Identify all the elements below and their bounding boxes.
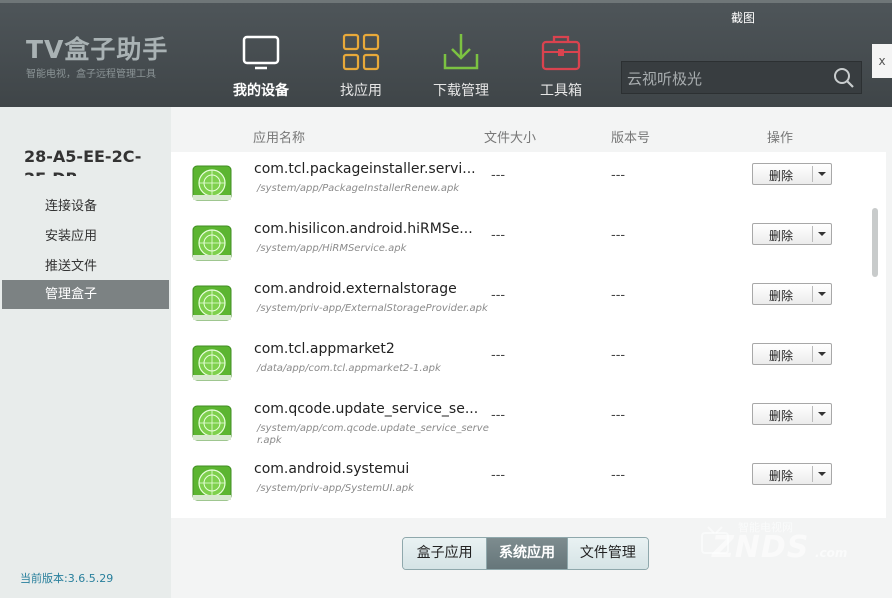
sidebar-item-push-file[interactable]: 推送文件 bbox=[2, 252, 169, 281]
nav-label: 下载管理 bbox=[433, 83, 489, 99]
file-size: --- bbox=[491, 168, 506, 183]
version-number: --- bbox=[611, 228, 626, 243]
app-path: /system/app/PackageInstallerRenew.apk bbox=[257, 183, 460, 194]
delete-label: 删除 bbox=[769, 469, 794, 483]
version-number: --- bbox=[611, 168, 626, 183]
table-row[interactable]: com.android.systemui /system/priv-app/Sy… bbox=[171, 453, 871, 513]
button-divider bbox=[812, 346, 813, 362]
device-id: 28-A5-EE-2C-2F-DB bbox=[24, 147, 142, 176]
category-tabs: 盒子应用 系统应用 文件管理 bbox=[402, 537, 649, 570]
delete-label: 删除 bbox=[769, 409, 794, 423]
tab-box-apps[interactable]: 盒子应用 bbox=[403, 538, 487, 569]
column-header-version: 版本号 bbox=[611, 131, 651, 146]
nav-label: 我的设备 bbox=[233, 83, 289, 99]
nav-my-devices[interactable]: 我的设备 bbox=[216, 30, 306, 100]
app-name: com.android.systemui bbox=[254, 461, 410, 477]
button-divider bbox=[812, 406, 813, 422]
app-name: com.tcl.appmarket2 bbox=[254, 341, 395, 357]
watermark-logo: ZNDS bbox=[712, 530, 810, 565]
nav-label: 找应用 bbox=[340, 83, 382, 99]
button-divider bbox=[812, 466, 813, 482]
column-header-name: 应用名称 bbox=[253, 131, 306, 146]
version-number: --- bbox=[611, 288, 626, 303]
file-size: --- bbox=[491, 348, 506, 363]
button-divider bbox=[812, 286, 813, 302]
chevron-down-icon[interactable] bbox=[815, 287, 829, 301]
android-app-icon bbox=[192, 165, 232, 201]
table-row[interactable]: com.tcl.appmarket2 /data/app/com.tcl.app… bbox=[171, 333, 871, 393]
nav-label: 工具箱 bbox=[540, 83, 582, 99]
column-header-action: 操作 bbox=[767, 131, 794, 146]
sidebar-item-manage-box[interactable]: 管理盒子 bbox=[2, 280, 169, 309]
nav-download-manager[interactable]: 下载管理 bbox=[416, 30, 506, 100]
android-app-icon bbox=[192, 345, 232, 381]
file-size: --- bbox=[491, 408, 506, 423]
delete-button[interactable]: 删除 bbox=[752, 283, 832, 305]
delete-label: 删除 bbox=[769, 229, 794, 243]
scrollbar-thumb[interactable] bbox=[872, 208, 878, 277]
delete-label: 删除 bbox=[769, 289, 794, 303]
delete-button[interactable]: 删除 bbox=[752, 403, 832, 425]
android-app-icon bbox=[192, 285, 232, 321]
button-divider bbox=[812, 226, 813, 242]
table-row[interactable]: com.qcode.update_service_se... /system/a… bbox=[171, 393, 871, 453]
app-path: /system/app/HiRMService.apk bbox=[257, 243, 407, 254]
nav-toolbox[interactable]: 工具箱 bbox=[516, 30, 606, 100]
app-path: /system/priv-app/SystemUI.apk bbox=[257, 483, 414, 494]
delete-label: 删除 bbox=[769, 349, 794, 363]
app-name: com.hisilicon.android.hiRMSe... bbox=[254, 221, 473, 237]
chevron-down-icon[interactable] bbox=[815, 407, 829, 421]
app-name: com.android.externalstorage bbox=[254, 281, 457, 297]
delete-button[interactable]: 删除 bbox=[752, 343, 832, 365]
column-header-size: 文件大小 bbox=[484, 131, 537, 146]
app-name: com.qcode.update_service_se... bbox=[254, 401, 479, 417]
tab-file-manager[interactable]: 文件管理 bbox=[566, 538, 648, 569]
version-label: 当前版本:3.6.5.29 bbox=[20, 572, 114, 585]
android-app-icon bbox=[192, 465, 232, 501]
watermark-suffix: .com bbox=[815, 546, 848, 560]
chevron-down-icon[interactable] bbox=[815, 167, 829, 181]
button-divider bbox=[812, 166, 813, 182]
app-title: TV盒子助手 bbox=[26, 35, 169, 64]
file-size: --- bbox=[491, 468, 506, 483]
apps-grid-icon bbox=[342, 33, 380, 71]
screenshot-button[interactable]: 截图 bbox=[731, 9, 755, 26]
app-name: com.tcl.packageinstaller.servi... bbox=[254, 161, 476, 177]
table-row[interactable]: com.tcl.packageinstaller.servi... /syste… bbox=[171, 153, 871, 213]
table-row[interactable]: com.hisilicon.android.hiRMSe... /system/… bbox=[171, 213, 871, 273]
chevron-down-icon[interactable] bbox=[815, 347, 829, 361]
search-icon[interactable] bbox=[833, 67, 855, 89]
search-input[interactable] bbox=[622, 62, 829, 95]
android-app-icon bbox=[192, 405, 232, 441]
tv-icon bbox=[242, 35, 280, 70]
search-box bbox=[621, 61, 862, 95]
version-number: --- bbox=[611, 408, 626, 423]
sidebar-item-connect-device[interactable]: 连接设备 bbox=[2, 192, 169, 221]
sidebar: 28-A5-EE-2C-2F-DB 连接设备 安装应用 推送文件 管理盒子 当前… bbox=[0, 107, 171, 598]
version-number: --- bbox=[611, 348, 626, 363]
download-icon bbox=[443, 34, 479, 70]
app-path: /system/app/com.qcode.update_service_ser… bbox=[257, 423, 489, 446]
delete-button[interactable]: 删除 bbox=[752, 463, 832, 485]
version-number: --- bbox=[611, 468, 626, 483]
tab-system-apps[interactable]: 系统应用 bbox=[486, 538, 567, 569]
file-size: --- bbox=[491, 228, 506, 243]
delete-label: 删除 bbox=[769, 169, 794, 183]
delete-button[interactable]: 删除 bbox=[752, 163, 832, 185]
toolbox-icon bbox=[541, 35, 581, 71]
app-subtitle: 智能电视，盒子远程管理工具 bbox=[26, 69, 156, 80]
file-size: --- bbox=[491, 288, 506, 303]
app-path: /data/app/com.tcl.appmarket2-1.apk bbox=[257, 363, 441, 374]
table-row[interactable]: com.android.externalstorage /system/priv… bbox=[171, 273, 871, 333]
delete-button[interactable]: 删除 bbox=[752, 223, 832, 245]
chevron-down-icon[interactable] bbox=[815, 227, 829, 241]
close-button[interactable]: x bbox=[872, 44, 892, 78]
app-list[interactable]: com.tcl.packageinstaller.servi... /syste… bbox=[171, 152, 886, 518]
chevron-down-icon[interactable] bbox=[815, 467, 829, 481]
sidebar-item-install-app[interactable]: 安装应用 bbox=[2, 222, 169, 251]
nav-find-apps[interactable]: 找应用 bbox=[316, 30, 406, 100]
app-path: /system/priv-app/ExternalStorageProvider… bbox=[257, 303, 488, 314]
android-app-icon bbox=[192, 225, 232, 261]
